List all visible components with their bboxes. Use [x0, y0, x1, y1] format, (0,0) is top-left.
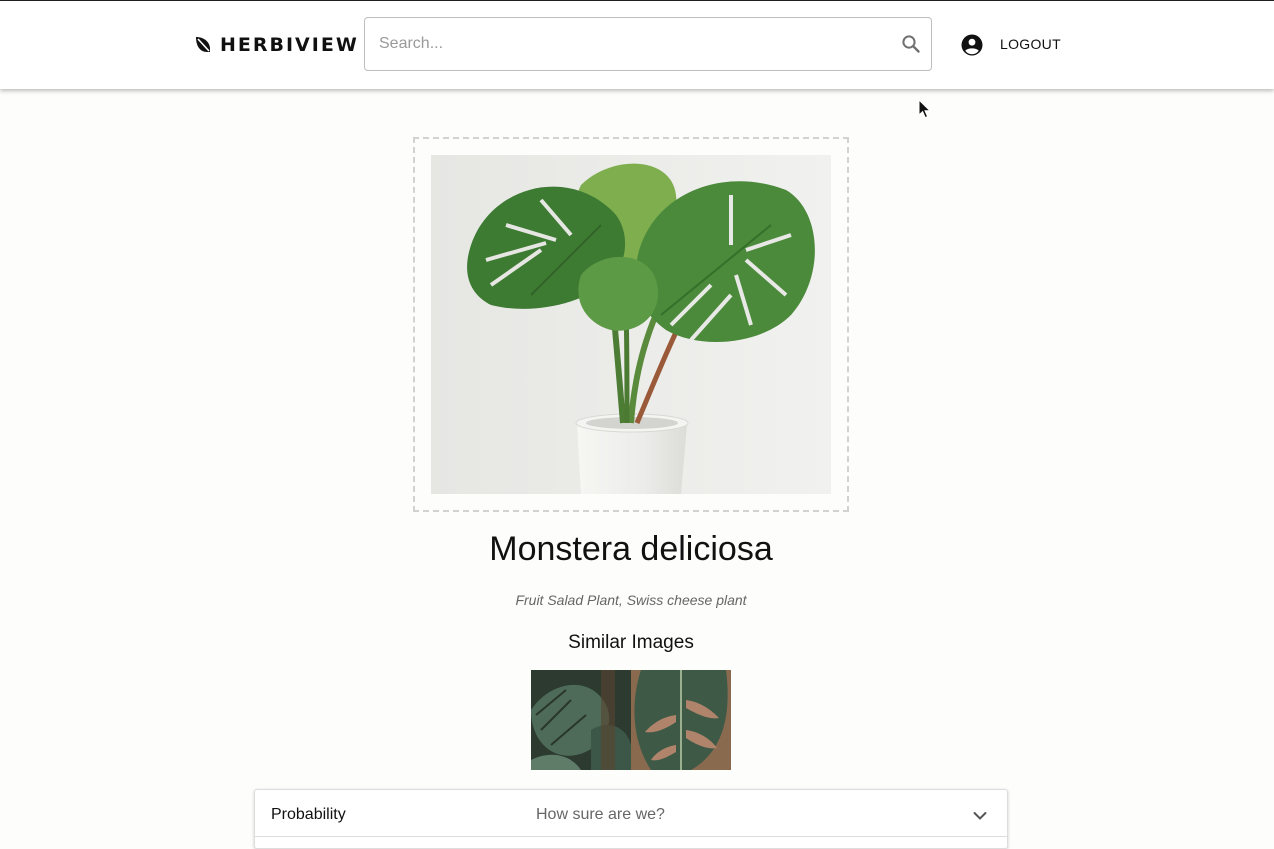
accordion-divider — [255, 836, 1007, 837]
plant-photo — [431, 155, 831, 494]
similar-image-thumbnail[interactable] — [631, 670, 731, 770]
leaf-icon — [194, 36, 212, 54]
account-circle-icon[interactable] — [961, 34, 983, 61]
chevron-down-icon[interactable] — [973, 808, 987, 826]
accordion-title: Probability — [271, 806, 346, 823]
top-app-bar: HERBIVIEW LOGOUT — [0, 1, 1274, 89]
accordion-subtitle: How sure are we? — [536, 806, 665, 823]
mouse-pointer-icon — [918, 98, 932, 124]
search-input[interactable] — [379, 18, 879, 70]
similar-images-list — [531, 670, 731, 770]
similar-images-heading: Similar Images — [568, 632, 694, 653]
image-dropzone[interactable] — [413, 137, 849, 512]
brand[interactable]: HERBIVIEW — [194, 33, 359, 57]
search-box[interactable] — [364, 17, 932, 71]
similar-image-thumbnail[interactable] — [531, 670, 631, 770]
plant-scientific-name: Monstera deliciosa — [489, 530, 773, 568]
logout-button[interactable]: LOGOUT — [996, 36, 1065, 56]
plant-common-names: Fruit Salad Plant, Swiss cheese plant — [515, 592, 747, 608]
probability-accordion[interactable]: Probability How sure are we? — [254, 789, 1008, 849]
brand-name: HERBIVIEW — [220, 34, 359, 56]
search-icon[interactable] — [901, 34, 921, 59]
